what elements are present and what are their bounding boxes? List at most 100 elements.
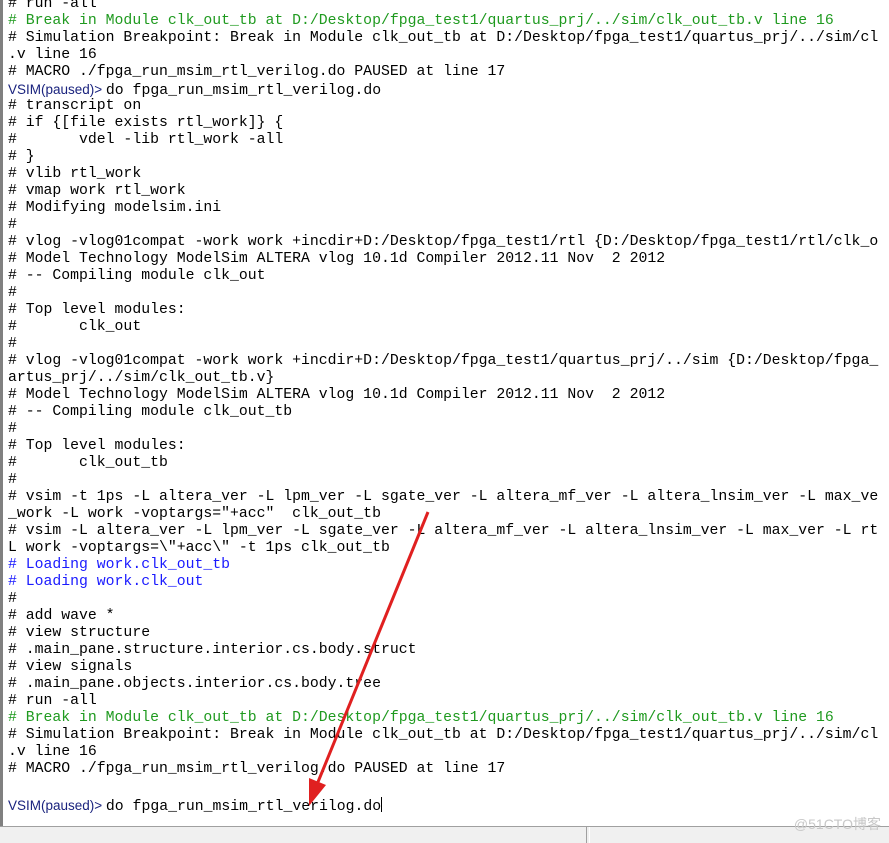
line-text: #: [8, 217, 17, 233]
line-text: # .main_pane.structure.interior.cs.body.…: [8, 642, 417, 658]
transcript-line: #: [8, 336, 878, 353]
transcript-line: # Break in Module clk_out_tb at D:/Deskt…: [8, 710, 878, 727]
transcript-line: # MACRO ./fpga_run_msim_rtl_verilog.do P…: [8, 64, 878, 81]
transcript-line: # Simulation Breakpoint: Break in Module…: [8, 727, 878, 744]
transcript-line: # -- Compiling module clk_out: [8, 268, 878, 285]
transcript-line: # clk_out_tb: [8, 455, 878, 472]
transcript-line: #: [8, 421, 878, 438]
transcript-line: # vdel -lib rtl_work -all: [8, 132, 878, 149]
line-text: # run -all: [8, 0, 97, 12]
transcript-line: # vsim -t 1ps -L altera_ver -L lpm_ver -…: [8, 489, 878, 506]
line-text: # vlog -vlog01compat -work work +incdir+…: [8, 234, 879, 250]
transcript-line: # run -all: [8, 693, 878, 710]
command-line[interactable]: VSIM(paused)> do fpga_run_msim_rtl_veril…: [8, 797, 383, 816]
line-text: # Loading work.clk_out_tb: [8, 557, 230, 573]
line-text: .v line 16: [8, 47, 97, 63]
line-text: #: [8, 421, 17, 437]
line-text: # view signals: [8, 659, 133, 675]
line-text: # Simulation Breakpoint: Break in Module…: [8, 727, 879, 743]
line-text: .v line 16: [8, 744, 97, 760]
line-text: # vmap work rtl_work: [8, 183, 186, 199]
vsim-prompt: VSIM(paused)>: [8, 82, 106, 97]
line-text: # }: [8, 149, 35, 165]
watermark: @51CTO博客: [793, 816, 881, 832]
transcript-line: # Top level modules:: [8, 438, 878, 455]
transcript-lines: # run -all # Break in Module clk_out_tb a…: [8, 0, 878, 778]
line-text: # Loading work.clk_out: [8, 574, 204, 590]
transcript-line: # view signals: [8, 659, 878, 676]
status-bar: [0, 826, 889, 843]
line-text: do fpga_run_msim_rtl_verilog.do: [105, 83, 382, 99]
transcript-line: #: [8, 591, 878, 608]
line-text: # -- Compiling module clk_out: [8, 268, 266, 284]
line-text: # vlog -vlog01compat -work work +incdir+…: [8, 353, 879, 369]
transcript-line: # }: [8, 149, 878, 166]
line-text: # Simulation Breakpoint: Break in Module…: [8, 30, 879, 46]
line-text: # vlib rtl_work: [8, 166, 142, 182]
line-text: # Model Technology ModelSim ALTERA vlog …: [8, 251, 666, 267]
line-text: # MACRO ./fpga_run_msim_rtl_verilog.do P…: [8, 64, 506, 80]
line-text: #: [8, 472, 17, 488]
line-text: # Top level modules:: [8, 302, 186, 318]
transcript-line: # vsim -L altera_ver -L lpm_ver -L sgate…: [8, 523, 878, 540]
line-text: # transcript on: [8, 98, 142, 114]
transcript-line: # run -all: [8, 0, 878, 13]
transcript-line: # add wave *: [8, 608, 878, 625]
transcript-line: # Break in Module clk_out_tb at D:/Deskt…: [8, 13, 878, 30]
line-text: artus_prj/../sim/clk_out_tb.v}: [8, 370, 275, 386]
transcript-line: _work -L work -voptargs="+acc" clk_out_t…: [8, 506, 878, 523]
transcript-line: # .main_pane.structure.interior.cs.body.…: [8, 642, 878, 659]
line-text: # vsim -t 1ps -L altera_ver -L lpm_ver -…: [8, 489, 879, 505]
transcript-line: # Model Technology ModelSim ALTERA vlog …: [8, 251, 878, 268]
line-text: # Modifying modelsim.ini: [8, 200, 222, 216]
transcript-line: artus_prj/../sim/clk_out_tb.v}: [8, 370, 878, 387]
line-text: # if {[file exists rtl_work]} {: [8, 115, 284, 131]
transcript-line: # vmap work rtl_work: [8, 183, 878, 200]
transcript-line: # vlog -vlog01compat -work work +incdir+…: [8, 234, 878, 251]
transcript-line: # vlog -vlog01compat -work work +incdir+…: [8, 353, 878, 370]
transcript-pane[interactable]: # run -all # Break in Module clk_out_tb a…: [0, 0, 889, 826]
transcript-line: # transcript on: [8, 98, 878, 115]
transcript-line: L work -voptargs=\"+acc\" -t 1ps clk_out…: [8, 540, 878, 557]
line-text: # Model Technology ModelSim ALTERA vlog …: [8, 387, 666, 403]
line-text: L work -voptargs=\"+acc\" -t 1ps clk_out…: [8, 540, 390, 556]
transcript-line: #: [8, 285, 878, 302]
transcript-line: # Loading work.clk_out: [8, 574, 878, 591]
line-text: #: [8, 336, 17, 352]
transcript-line: # if {[file exists rtl_work]} {: [8, 115, 878, 132]
text-cursor: [381, 797, 383, 812]
transcript-line: .v line 16: [8, 47, 878, 64]
line-text: # -- Compiling module clk_out_tb: [8, 404, 293, 420]
transcript-line: .v line 16: [8, 744, 878, 761]
transcript-line: #: [8, 217, 878, 234]
line-text: # clk_out: [8, 319, 142, 335]
line-text: # vdel -lib rtl_work -all: [8, 132, 284, 148]
transcript-line: # view structure: [8, 625, 878, 642]
transcript-line: # Model Technology ModelSim ALTERA vlog …: [8, 387, 878, 404]
line-text: # MACRO ./fpga_run_msim_rtl_verilog.do P…: [8, 761, 506, 777]
line-text: # Top level modules:: [8, 438, 186, 454]
transcript-line: # Simulation Breakpoint: Break in Module…: [8, 30, 878, 47]
transcript-line: # .main_pane.objects.interior.cs.body.tr…: [8, 676, 878, 693]
line-text: # vsim -L altera_ver -L lpm_ver -L sgate…: [8, 523, 879, 539]
line-text: # Break in Module clk_out_tb at D:/Deskt…: [8, 710, 834, 726]
transcript-line: # clk_out: [8, 319, 878, 336]
transcript-line: VSIM(paused)> do fpga_run_msim_rtl_veril…: [8, 81, 878, 99]
transcript-line: # Modifying modelsim.ini: [8, 200, 878, 217]
line-text: #: [8, 285, 17, 301]
line-text: # view structure: [8, 625, 151, 641]
line-text: # run -all: [8, 693, 97, 709]
transcript-line: # MACRO ./fpga_run_msim_rtl_verilog.do P…: [8, 761, 878, 778]
transcript-line: #: [8, 472, 878, 489]
line-text: # clk_out_tb: [8, 455, 168, 471]
transcript-line: # -- Compiling module clk_out_tb: [8, 404, 878, 421]
line-text: #: [8, 591, 17, 607]
status-divider: [586, 827, 590, 843]
line-text: # Break in Module clk_out_tb at D:/Deskt…: [8, 13, 834, 29]
transcript-line: # Top level modules:: [8, 302, 878, 319]
vsim-prompt: VSIM(paused)>: [8, 798, 106, 813]
line-text: # add wave *: [8, 608, 115, 624]
line-text: # .main_pane.objects.interior.cs.body.tr…: [8, 676, 381, 692]
command-line-input[interactable]: do fpga_run_msim_rtl_verilog.do: [106, 799, 381, 815]
transcript-line: # Loading work.clk_out_tb: [8, 557, 878, 574]
